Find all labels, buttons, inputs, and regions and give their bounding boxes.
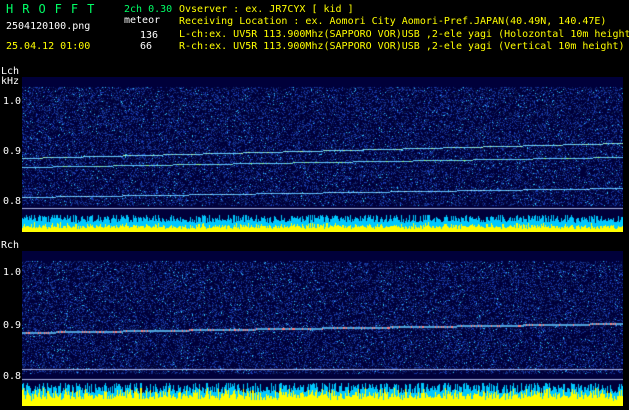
image-filename: 2504120100.png	[6, 21, 91, 32]
lch-ytick-0.8: 0.8	[3, 196, 22, 207]
rch-ytick-0.8: 0.8	[3, 371, 22, 382]
meteor-count-lch: 136	[140, 30, 159, 41]
lch-unit-label: kHz	[1, 76, 20, 87]
rch-label: Rch	[1, 240, 20, 251]
datetime: 25.04.12 01:00	[6, 41, 91, 52]
meteor-count-rch: 66	[140, 41, 153, 52]
meteor-label: meteor	[124, 15, 161, 26]
rch-spectrogram	[22, 251, 623, 406]
channel-version: 2ch 0.30	[124, 4, 173, 15]
observer-line: Ovserver : ex. JR7CYX [ kid ]	[179, 4, 354, 15]
lch-info-line: L-ch:ex. UV5R 113.900Mhz(SAPPORO VOR)USB…	[179, 29, 629, 40]
app-title: HROFFT	[6, 2, 104, 16]
rch-ytick-1.0: 1.0	[3, 267, 22, 278]
rch-info-line: R-ch:ex. UV5R 113.900Mhz(SAPPORO VOR)USB…	[179, 41, 625, 52]
lch-spectrogram	[22, 77, 623, 232]
rch-ytick-0.9: 0.9	[3, 320, 22, 331]
lch-ytick-1.0: 1.0	[3, 96, 22, 107]
location-line: Receiving Location : ex. Aomori City Aom…	[179, 16, 607, 27]
lch-ytick-0.9: 0.9	[3, 146, 22, 157]
